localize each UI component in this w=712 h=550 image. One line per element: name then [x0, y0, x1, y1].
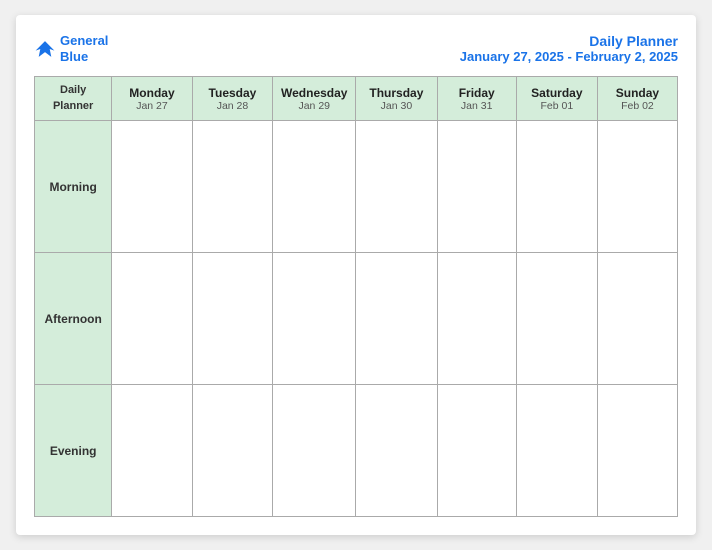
col-friday: Friday Jan 31 [437, 77, 516, 121]
table-row: Afternoon [35, 253, 678, 385]
cell-morning-fri[interactable] [437, 121, 516, 253]
table-header: Daily Planner Monday Jan 27 Tuesday Jan … [35, 77, 678, 121]
col-sunday: Sunday Feb 02 [597, 77, 677, 121]
cell-evening-tue[interactable] [192, 385, 273, 517]
col-wednesday: Wednesday Jan 29 [273, 77, 356, 121]
cell-afternoon-tue[interactable] [192, 253, 273, 385]
row-label-evening: Evening [35, 385, 112, 517]
planner-page: GeneralBlue Daily Planner January 27, 20… [16, 15, 696, 535]
table-row: Evening [35, 385, 678, 517]
cell-morning-wed[interactable] [273, 121, 356, 253]
cell-afternoon-sun[interactable] [597, 253, 677, 385]
row-label-morning: Morning [35, 121, 112, 253]
title-sub: January 27, 2025 - February 2, 2025 [460, 49, 678, 64]
cell-evening-wed[interactable] [273, 385, 356, 517]
header-title: Daily Planner January 27, 2025 - Februar… [460, 33, 678, 64]
cell-morning-tue[interactable] [192, 121, 273, 253]
table-body: Morning Afternoon Evening [35, 121, 678, 517]
cell-morning-thu[interactable] [356, 121, 437, 253]
title-main: Daily Planner [460, 33, 678, 49]
cell-evening-fri[interactable] [437, 385, 516, 517]
cell-evening-mon[interactable] [112, 385, 192, 517]
row-label-afternoon: Afternoon [35, 253, 112, 385]
cell-afternoon-sat[interactable] [516, 253, 597, 385]
logo-text: GeneralBlue [60, 33, 108, 64]
logo: GeneralBlue [34, 33, 108, 64]
table-header-label: Daily Planner [35, 77, 112, 121]
col-thursday: Thursday Jan 30 [356, 77, 437, 121]
cell-afternoon-wed[interactable] [273, 253, 356, 385]
cell-morning-mon[interactable] [112, 121, 192, 253]
logo-bird-icon [34, 38, 56, 60]
col-tuesday: Tuesday Jan 28 [192, 77, 273, 121]
col-monday: Monday Jan 27 [112, 77, 192, 121]
cell-afternoon-mon[interactable] [112, 253, 192, 385]
cell-afternoon-fri[interactable] [437, 253, 516, 385]
page-header: GeneralBlue Daily Planner January 27, 20… [34, 33, 678, 64]
cell-evening-thu[interactable] [356, 385, 437, 517]
cell-morning-sat[interactable] [516, 121, 597, 253]
cell-evening-sun[interactable] [597, 385, 677, 517]
cell-afternoon-thu[interactable] [356, 253, 437, 385]
table-row: Morning [35, 121, 678, 253]
cell-evening-sat[interactable] [516, 385, 597, 517]
planner-table: Daily Planner Monday Jan 27 Tuesday Jan … [34, 76, 678, 517]
col-saturday: Saturday Feb 01 [516, 77, 597, 121]
cell-morning-sun[interactable] [597, 121, 677, 253]
